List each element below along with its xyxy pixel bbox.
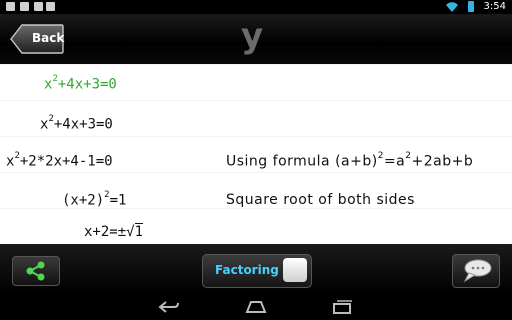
step-equation: (x+2)2=1 [62, 190, 127, 209]
battery-icon [468, 1, 474, 12]
equation-exponent: 2 [52, 74, 58, 84]
step-row: (x+2)2=1 Square root of both sides [0, 190, 512, 222]
status-clock: 3:54 [483, 1, 506, 12]
bottom-toolbar: Factoring [0, 244, 512, 294]
nav-recent-apps-icon[interactable] [332, 300, 354, 314]
system-navigation-bar [0, 294, 512, 320]
step-equation: x2+4x+3=0 [44, 74, 117, 93]
equation-rest: =1 [109, 192, 127, 209]
note-prefix: Using formula (a+b) [226, 153, 378, 170]
step-equation: x+2=±√1 [84, 223, 144, 240]
nav-back-icon[interactable] [158, 300, 180, 314]
solution-panel: x2+4x+3=0 x2+4x+3=0 x2+2*2x+4-1=0 Using … [0, 64, 512, 244]
note-exponent: 2 [405, 151, 412, 161]
equation-rest: +4x+3=0 [57, 76, 117, 93]
app-header: Back y [0, 14, 512, 64]
equation-exponent: 2 [104, 190, 110, 200]
page-title: y [241, 16, 264, 56]
step-note: Square root of both sides [226, 192, 415, 208]
note-rest: +2ab+b [411, 153, 474, 170]
share-icon [26, 261, 45, 281]
image-notification-icon [20, 2, 29, 11]
chat-bubble-icon [463, 259, 492, 283]
note-exponent: 2 [377, 151, 384, 161]
equation-base: x+2=± [84, 224, 127, 240]
equation-exponent: 2 [48, 114, 54, 124]
step-row: x2+2*2x+4-1=0 Using formula (a+b)2=a2+2a… [0, 151, 512, 183]
step-equation: x2+4x+3=0 [40, 114, 113, 133]
wifi-icon [446, 2, 458, 12]
step-note: Using formula (a+b)2=a2+2ab+b [226, 151, 474, 170]
step-row: x2+4x+3=0 [0, 74, 512, 106]
step-row: x2+4x+3=0 [0, 114, 512, 146]
sqrt-radicand: 1 [134, 223, 144, 240]
notification-icon [6, 2, 15, 11]
equation-rest: +2*2x+4-1=0 [19, 153, 113, 170]
equation-exponent: 2 [14, 151, 20, 161]
signal-icon [466, 2, 467, 3]
media-notification-icon [46, 2, 55, 11]
step-row: x+2=±√1 [0, 223, 512, 244]
sqrt-symbol: √ [126, 224, 135, 240]
factoring-toggle[interactable]: Factoring [202, 254, 312, 288]
equation-rest: +4x+3=0 [53, 116, 113, 133]
download-notification-icon [34, 2, 43, 11]
status-bar: 3:54 [0, 0, 512, 14]
equation-base: (x+2) [62, 192, 105, 209]
chat-button[interactable] [452, 254, 500, 288]
share-button[interactable] [12, 256, 60, 286]
note-prefix: Square root of both sides [226, 192, 415, 208]
back-button-label: Back [32, 31, 65, 45]
factoring-toggle-label: Factoring [215, 263, 279, 277]
back-button[interactable]: Back [10, 24, 64, 54]
nav-home-icon[interactable] [245, 300, 267, 314]
step-equation: x2+2*2x+4-1=0 [6, 151, 113, 170]
toggle-knob[interactable] [283, 258, 307, 282]
note-middle: =a [383, 153, 406, 170]
